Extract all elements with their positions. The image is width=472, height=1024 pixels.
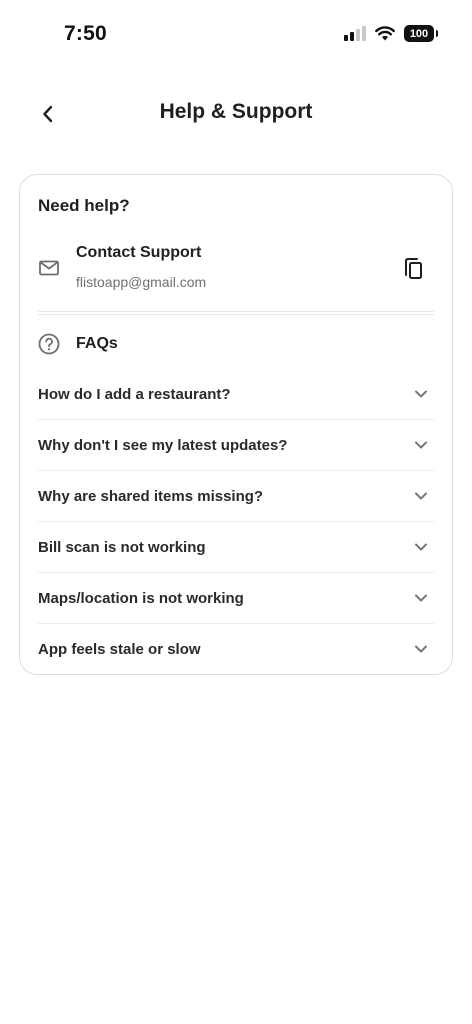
question-circle-icon (38, 333, 60, 355)
help-card: Need help? Contact Support flistoapp@gma… (19, 174, 453, 675)
copy-email-button[interactable] (398, 254, 428, 284)
faq-list: How do I add a restaurant? Why don't I s… (38, 369, 434, 675)
faq-question: Why don't I see my latest updates? (38, 437, 288, 454)
status-time: 7:50 (64, 22, 107, 45)
status-bar: 7:50 100 (0, 0, 472, 70)
chevron-down-icon (415, 492, 427, 500)
cellular-signal-icon (344, 26, 366, 41)
faq-item[interactable]: Why are shared items missing? (38, 471, 434, 522)
chevron-down-icon (415, 594, 427, 602)
page-title: Help & Support (159, 100, 313, 123)
contact-support-title: Contact Support (76, 244, 202, 261)
mail-icon (39, 260, 59, 276)
faq-item[interactable]: App feels stale or slow (38, 624, 434, 675)
faqs-header: FAQs (20, 331, 452, 359)
need-help-heading: Need help? (38, 196, 130, 215)
chevron-down-icon (415, 441, 427, 449)
faq-question: Why are shared items missing? (38, 488, 264, 505)
status-icons: 100 (344, 25, 438, 42)
faq-question: Bill scan is not working (38, 539, 206, 556)
support-email: flistoapp@gmail.com (76, 274, 207, 290)
chevron-down-icon (415, 543, 427, 551)
chevron-down-icon (415, 390, 427, 398)
contact-support-row[interactable]: Contact Support flistoapp@gmail.com (20, 237, 452, 301)
faq-item[interactable]: How do I add a restaurant? (38, 369, 434, 420)
copy-icon (405, 258, 422, 279)
faq-question: Maps/location is not working (38, 590, 244, 607)
faq-question: App feels stale or slow (38, 641, 201, 658)
faq-question: How do I add a restaurant? (38, 386, 231, 403)
battery-icon: 100 (404, 25, 438, 42)
faq-item[interactable]: Bill scan is not working (38, 522, 434, 573)
faq-item[interactable]: Why don't I see my latest updates? (38, 420, 434, 471)
faqs-title: FAQs (76, 335, 118, 352)
help-support-screen: 7:50 100 Help & Support Need help? Conta… (0, 0, 472, 1024)
battery-level: 100 (409, 27, 429, 40)
faq-item[interactable]: Maps/location is not working (38, 573, 434, 624)
wifi-icon (375, 26, 395, 41)
chevron-down-icon (415, 645, 427, 653)
header: Help & Support (0, 88, 472, 138)
section-divider (38, 311, 434, 315)
